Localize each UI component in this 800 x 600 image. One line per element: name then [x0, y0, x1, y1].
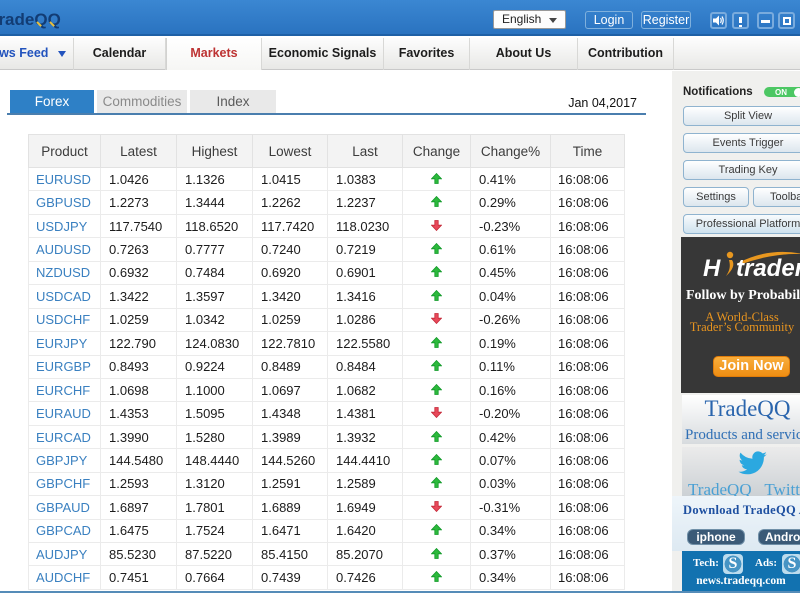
- svg-text:trader: trader: [736, 255, 800, 282]
- svg-text:H: H: [703, 255, 721, 282]
